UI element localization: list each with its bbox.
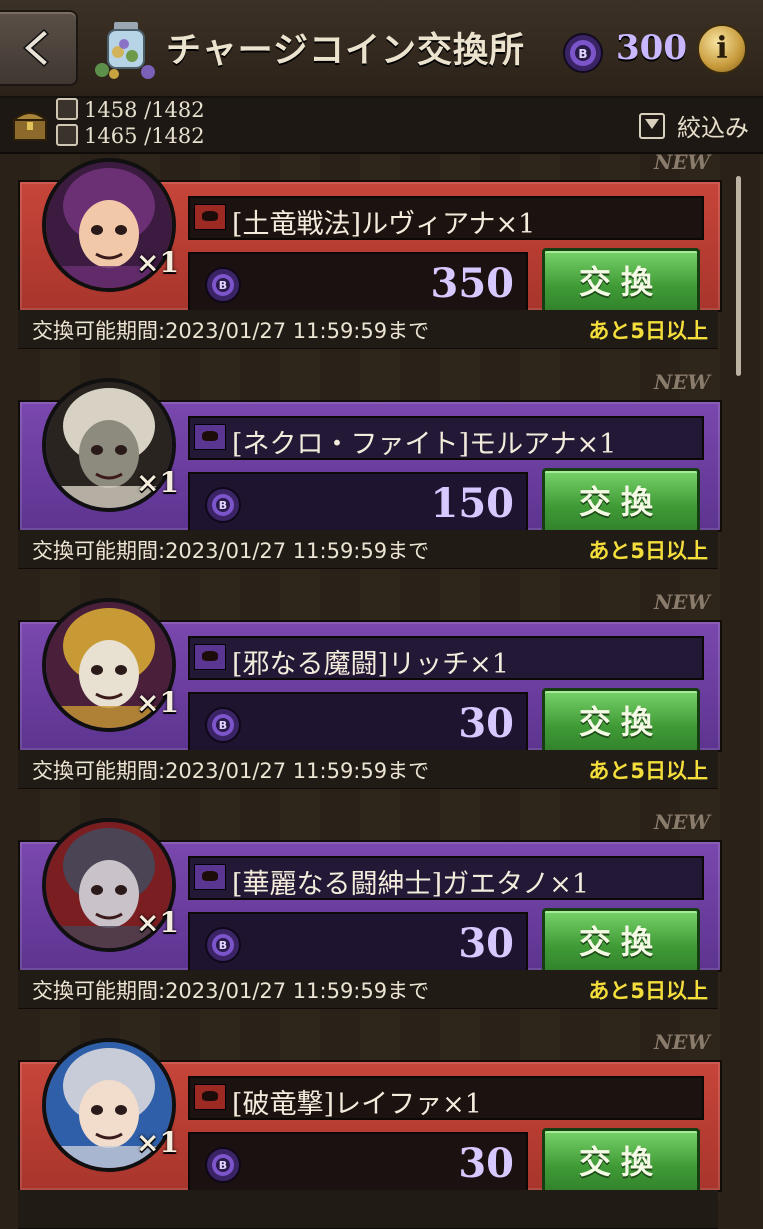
- charge-coin-icon: B: [205, 487, 241, 523]
- quantity-label: ×1: [136, 466, 179, 499]
- item-price: 150: [430, 480, 515, 527]
- scrollbar[interactable]: [736, 176, 741, 376]
- exchange-period: 交換可能期間:2023/01/27 11:59:59まで: [32, 979, 430, 1003]
- exchange-period: 交換可能期間:2023/01/27 11:59:59まで: [32, 539, 430, 563]
- collection-counter-1: 1458 /1482: [56, 98, 205, 122]
- item-footer: 交換可能期間:2023/01/27 11:59:59まで あと5日以上: [18, 530, 718, 569]
- back-arrow-icon: [22, 28, 50, 68]
- new-badge: NEW: [654, 150, 710, 174]
- item-name-box: [邪なる魔闘]リッチ×1: [188, 636, 704, 680]
- item-name: [土竜戦法]ルヴィアナ×1: [232, 209, 536, 240]
- item-name: [邪なる魔闘]リッチ×1: [232, 649, 509, 680]
- emblem-icon: [56, 124, 78, 146]
- item-price: 30: [458, 1140, 514, 1187]
- new-badge: NEW: [654, 1030, 710, 1054]
- filter-button[interactable]: 絞込み: [639, 108, 749, 143]
- category-icon: [194, 204, 226, 230]
- item-price: 30: [458, 700, 514, 747]
- category-icon: [194, 864, 226, 890]
- quantity-label: ×1: [136, 1126, 179, 1159]
- info-button[interactable]: i: [697, 24, 747, 74]
- item-name-box: [土竜戦法]ルヴィアナ×1: [188, 196, 704, 240]
- price-box: B 350: [188, 252, 528, 318]
- charge-coin-icon: B: [205, 1147, 241, 1183]
- time-remaining: あと5日以上: [588, 979, 708, 1003]
- charge-coin-icon: B: [205, 267, 241, 303]
- card-icon: [56, 98, 78, 120]
- item-footer: 交換可能期間:2023/01/27 11:59:59まで あと5日以上: [18, 750, 718, 789]
- new-badge: NEW: [654, 810, 710, 834]
- exchange-period: 交換可能期間:2023/01/27 11:59:59まで: [32, 759, 430, 783]
- shop-jar-icon: [95, 22, 155, 79]
- price-box: B 30: [188, 692, 528, 758]
- charge-coin-icon: B: [205, 707, 241, 743]
- time-remaining: あと5日以上: [588, 539, 708, 563]
- top-bar: チャージコイン交換所 B 300 i: [0, 0, 763, 98]
- page-title: チャージコイン交換所: [166, 30, 525, 71]
- svg-text:B: B: [219, 719, 227, 732]
- sub-bar: 1458 /1482 1465 /1482 絞込み: [0, 98, 763, 154]
- item-name: [破竜撃]レイファ×1: [232, 1089, 482, 1120]
- item-name-box: [ネクロ・ファイト]モルアナ×1: [188, 416, 704, 460]
- quantity-label: ×1: [136, 906, 179, 939]
- svg-text:B: B: [578, 47, 587, 61]
- filter-icon: [639, 113, 665, 139]
- price-box: B 150: [188, 472, 528, 538]
- item-price: 350: [430, 260, 515, 307]
- svg-text:B: B: [219, 279, 227, 292]
- coin-balance: 300: [616, 28, 687, 68]
- exchange-period: 交換可能期間:2023/01/27 11:59:59まで: [32, 319, 430, 343]
- category-icon: [194, 424, 226, 450]
- category-icon: [194, 644, 226, 670]
- svg-text:B: B: [219, 1159, 227, 1172]
- time-remaining: あと5日以上: [588, 319, 708, 343]
- svg-text:B: B: [219, 939, 227, 952]
- item-footer: 交換可能期間:2023/01/27 11:59:59まで あと5日以上: [18, 970, 718, 1009]
- item-name-box: [華麗なる闘紳士]ガエタノ×1: [188, 856, 704, 900]
- category-icon: [194, 1084, 226, 1110]
- price-box: B 30: [188, 912, 528, 978]
- price-box: B 30: [188, 1132, 528, 1198]
- new-badge: NEW: [654, 590, 710, 614]
- time-remaining: あと5日以上: [588, 759, 708, 783]
- item-price: 30: [458, 920, 514, 967]
- charge-coin-icon: B: [563, 33, 603, 73]
- treasure-chest-icon: [11, 112, 49, 141]
- item-name: [華麗なる闘紳士]ガエタノ×1: [232, 869, 590, 900]
- item-footer: 交換可能期間:2023/01/27 11:59:59まで あと5日以上: [18, 310, 718, 349]
- item-footer: [18, 1190, 718, 1229]
- quantity-label: ×1: [136, 246, 179, 279]
- item-name-box: [破竜撃]レイファ×1: [188, 1076, 704, 1120]
- charge-coin-icon: B: [205, 927, 241, 963]
- svg-text:B: B: [219, 499, 227, 512]
- quantity-label: ×1: [136, 686, 179, 719]
- collection-counter-2: 1465 /1482: [56, 124, 205, 148]
- back-button[interactable]: [0, 10, 78, 86]
- item-name: [ネクロ・ファイト]モルアナ×1: [232, 429, 617, 460]
- new-badge: NEW: [654, 370, 710, 394]
